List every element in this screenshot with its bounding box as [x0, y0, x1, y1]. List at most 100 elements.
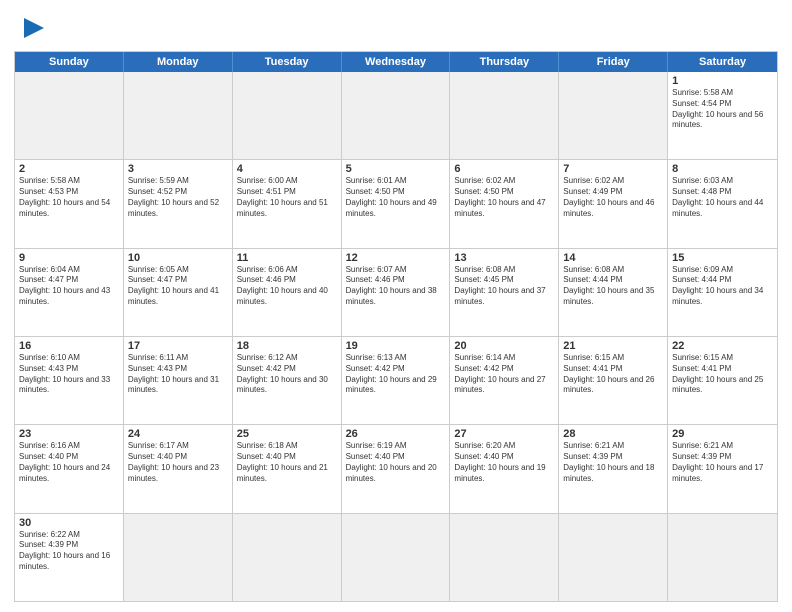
day-number: 24	[128, 428, 228, 440]
day-cell-17: 17Sunrise: 6:11 AMSunset: 4:43 PMDayligh…	[124, 337, 233, 424]
day-number: 2	[19, 163, 119, 175]
day-number: 12	[346, 252, 446, 264]
sun-info: Sunrise: 6:06 AMSunset: 4:46 PMDaylight:…	[237, 265, 337, 308]
calendar: SundayMondayTuesdayWednesdayThursdayFrid…	[14, 51, 778, 602]
calendar-row-5: 30Sunrise: 6:22 AMSunset: 4:39 PMDayligh…	[15, 513, 777, 601]
sun-info: Sunrise: 6:04 AMSunset: 4:47 PMDaylight:…	[19, 265, 119, 308]
sun-info: Sunrise: 6:02 AMSunset: 4:50 PMDaylight:…	[454, 176, 554, 219]
day-cell-4: 4Sunrise: 6:00 AMSunset: 4:51 PMDaylight…	[233, 160, 342, 247]
day-number: 22	[672, 340, 773, 352]
calendar-row-1: 2Sunrise: 5:58 AMSunset: 4:53 PMDaylight…	[15, 159, 777, 247]
sun-info: Sunrise: 6:09 AMSunset: 4:44 PMDaylight:…	[672, 265, 773, 308]
empty-cell	[233, 514, 342, 601]
day-number: 20	[454, 340, 554, 352]
sun-info: Sunrise: 6:05 AMSunset: 4:47 PMDaylight:…	[128, 265, 228, 308]
day-number: 14	[563, 252, 663, 264]
day-number: 30	[19, 517, 119, 529]
sun-info: Sunrise: 6:17 AMSunset: 4:40 PMDaylight:…	[128, 441, 228, 484]
day-cell-29: 29Sunrise: 6:21 AMSunset: 4:39 PMDayligh…	[668, 425, 777, 512]
day-number: 15	[672, 252, 773, 264]
day-number: 26	[346, 428, 446, 440]
day-cell-10: 10Sunrise: 6:05 AMSunset: 4:47 PMDayligh…	[124, 249, 233, 336]
day-cell-1: 1Sunrise: 5:58 AMSunset: 4:54 PMDaylight…	[668, 72, 777, 159]
day-number: 10	[128, 252, 228, 264]
empty-cell	[342, 72, 451, 159]
day-number: 9	[19, 252, 119, 264]
sun-info: Sunrise: 5:58 AMSunset: 4:54 PMDaylight:…	[672, 88, 773, 131]
header-day-tuesday: Tuesday	[233, 52, 342, 72]
day-cell-16: 16Sunrise: 6:10 AMSunset: 4:43 PMDayligh…	[15, 337, 124, 424]
sun-info: Sunrise: 6:07 AMSunset: 4:46 PMDaylight:…	[346, 265, 446, 308]
day-number: 6	[454, 163, 554, 175]
day-number: 17	[128, 340, 228, 352]
sun-info: Sunrise: 6:20 AMSunset: 4:40 PMDaylight:…	[454, 441, 554, 484]
day-cell-2: 2Sunrise: 5:58 AMSunset: 4:53 PMDaylight…	[15, 160, 124, 247]
header-day-friday: Friday	[559, 52, 668, 72]
calendar-header: SundayMondayTuesdayWednesdayThursdayFrid…	[15, 52, 777, 72]
day-cell-28: 28Sunrise: 6:21 AMSunset: 4:39 PMDayligh…	[559, 425, 668, 512]
day-number: 23	[19, 428, 119, 440]
sun-info: Sunrise: 6:10 AMSunset: 4:43 PMDaylight:…	[19, 353, 119, 396]
header	[14, 10, 778, 47]
day-number: 11	[237, 252, 337, 264]
header-day-thursday: Thursday	[450, 52, 559, 72]
header-day-sunday: Sunday	[15, 52, 124, 72]
empty-cell	[342, 514, 451, 601]
day-cell-19: 19Sunrise: 6:13 AMSunset: 4:42 PMDayligh…	[342, 337, 451, 424]
day-number: 21	[563, 340, 663, 352]
logo	[14, 14, 48, 47]
day-number: 19	[346, 340, 446, 352]
day-number: 25	[237, 428, 337, 440]
empty-cell	[15, 72, 124, 159]
header-day-saturday: Saturday	[668, 52, 777, 72]
day-cell-20: 20Sunrise: 6:14 AMSunset: 4:42 PMDayligh…	[450, 337, 559, 424]
sun-info: Sunrise: 6:13 AMSunset: 4:42 PMDaylight:…	[346, 353, 446, 396]
day-number: 28	[563, 428, 663, 440]
empty-cell	[668, 514, 777, 601]
day-number: 4	[237, 163, 337, 175]
page: SundayMondayTuesdayWednesdayThursdayFrid…	[0, 0, 792, 612]
calendar-row-0: 1Sunrise: 5:58 AMSunset: 4:54 PMDaylight…	[15, 72, 777, 159]
day-cell-18: 18Sunrise: 6:12 AMSunset: 4:42 PMDayligh…	[233, 337, 342, 424]
empty-cell	[450, 72, 559, 159]
day-number: 5	[346, 163, 446, 175]
sun-info: Sunrise: 6:15 AMSunset: 4:41 PMDaylight:…	[563, 353, 663, 396]
day-cell-9: 9Sunrise: 6:04 AMSunset: 4:47 PMDaylight…	[15, 249, 124, 336]
day-cell-25: 25Sunrise: 6:18 AMSunset: 4:40 PMDayligh…	[233, 425, 342, 512]
sun-info: Sunrise: 6:02 AMSunset: 4:49 PMDaylight:…	[563, 176, 663, 219]
sun-info: Sunrise: 6:01 AMSunset: 4:50 PMDaylight:…	[346, 176, 446, 219]
calendar-body: 1Sunrise: 5:58 AMSunset: 4:54 PMDaylight…	[15, 72, 777, 601]
day-cell-14: 14Sunrise: 6:08 AMSunset: 4:44 PMDayligh…	[559, 249, 668, 336]
day-cell-26: 26Sunrise: 6:19 AMSunset: 4:40 PMDayligh…	[342, 425, 451, 512]
day-number: 3	[128, 163, 228, 175]
sun-info: Sunrise: 6:08 AMSunset: 4:45 PMDaylight:…	[454, 265, 554, 308]
day-number: 18	[237, 340, 337, 352]
day-cell-23: 23Sunrise: 6:16 AMSunset: 4:40 PMDayligh…	[15, 425, 124, 512]
day-cell-24: 24Sunrise: 6:17 AMSunset: 4:40 PMDayligh…	[124, 425, 233, 512]
day-cell-8: 8Sunrise: 6:03 AMSunset: 4:48 PMDaylight…	[668, 160, 777, 247]
sun-info: Sunrise: 6:11 AMSunset: 4:43 PMDaylight:…	[128, 353, 228, 396]
header-day-monday: Monday	[124, 52, 233, 72]
day-number: 7	[563, 163, 663, 175]
day-cell-6: 6Sunrise: 6:02 AMSunset: 4:50 PMDaylight…	[450, 160, 559, 247]
day-cell-7: 7Sunrise: 6:02 AMSunset: 4:49 PMDaylight…	[559, 160, 668, 247]
day-cell-21: 21Sunrise: 6:15 AMSunset: 4:41 PMDayligh…	[559, 337, 668, 424]
empty-cell	[450, 514, 559, 601]
calendar-row-4: 23Sunrise: 6:16 AMSunset: 4:40 PMDayligh…	[15, 424, 777, 512]
sun-info: Sunrise: 6:03 AMSunset: 4:48 PMDaylight:…	[672, 176, 773, 219]
day-cell-27: 27Sunrise: 6:20 AMSunset: 4:40 PMDayligh…	[450, 425, 559, 512]
day-cell-5: 5Sunrise: 6:01 AMSunset: 4:50 PMDaylight…	[342, 160, 451, 247]
sun-info: Sunrise: 6:12 AMSunset: 4:42 PMDaylight:…	[237, 353, 337, 396]
day-number: 8	[672, 163, 773, 175]
sun-info: Sunrise: 6:22 AMSunset: 4:39 PMDaylight:…	[19, 530, 119, 573]
day-number: 1	[672, 75, 773, 87]
calendar-row-2: 9Sunrise: 6:04 AMSunset: 4:47 PMDaylight…	[15, 248, 777, 336]
sun-info: Sunrise: 6:18 AMSunset: 4:40 PMDaylight:…	[237, 441, 337, 484]
day-number: 16	[19, 340, 119, 352]
logo-icon	[16, 14, 48, 42]
sun-info: Sunrise: 6:19 AMSunset: 4:40 PMDaylight:…	[346, 441, 446, 484]
day-number: 29	[672, 428, 773, 440]
sun-info: Sunrise: 6:00 AMSunset: 4:51 PMDaylight:…	[237, 176, 337, 219]
header-day-wednesday: Wednesday	[342, 52, 451, 72]
calendar-row-3: 16Sunrise: 6:10 AMSunset: 4:43 PMDayligh…	[15, 336, 777, 424]
